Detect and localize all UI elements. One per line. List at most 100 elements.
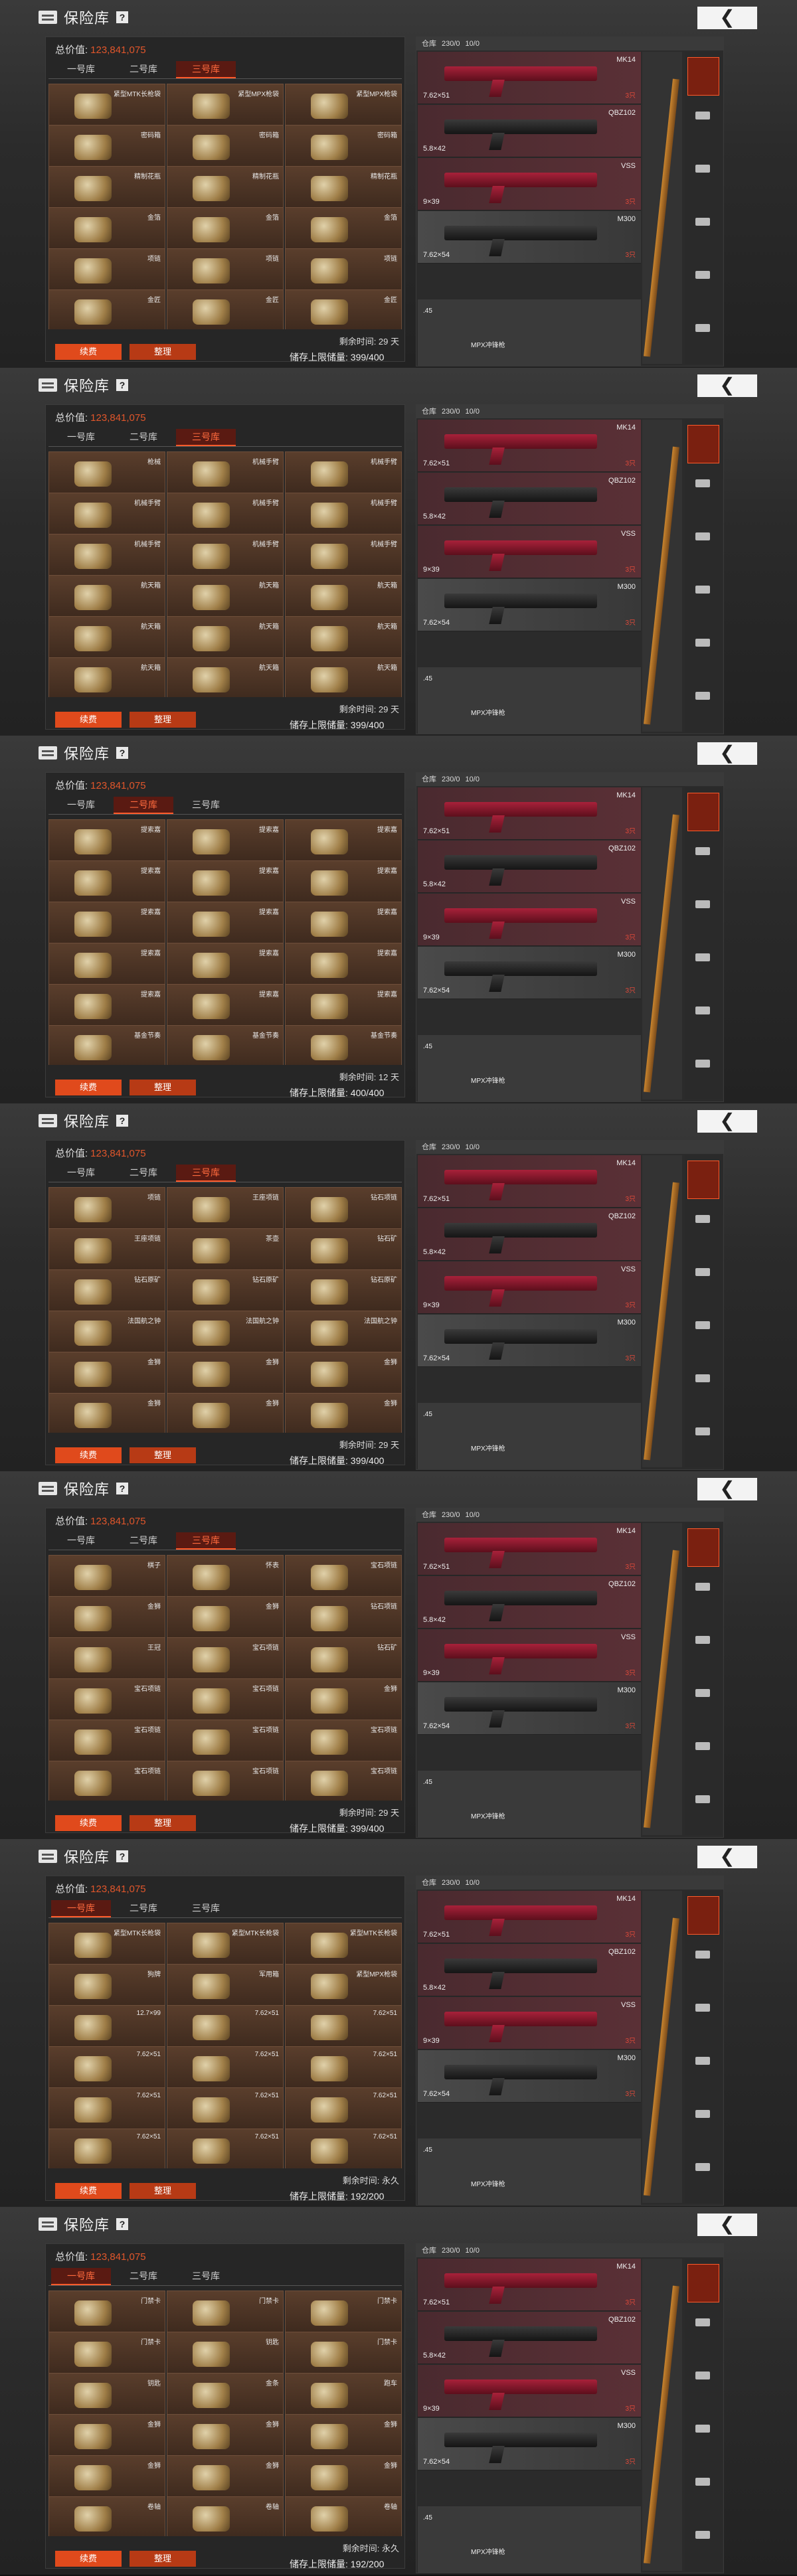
category-selected-icon[interactable]: [687, 2264, 719, 2302]
weapon-slot[interactable]: VSS 9×39 3只: [418, 158, 641, 210]
item-cell[interactable]: 金狮: [48, 1352, 165, 1394]
category-icon[interactable]: [695, 2004, 710, 2012]
tab-vault-3[interactable]: 三号库: [176, 1532, 236, 1550]
back-button[interactable]: ❮: [697, 1110, 757, 1133]
item-cell[interactable]: 7.62×51: [167, 2046, 284, 2089]
weapon-slot[interactable]: VSS 9×39 3只: [418, 526, 641, 578]
item-cell[interactable]: 提索嘉: [167, 902, 284, 944]
item-cell[interactable]: 提索嘉: [285, 943, 402, 985]
category-icon[interactable]: [695, 324, 710, 332]
category-selected-icon[interactable]: [687, 1161, 719, 1199]
item-cell[interactable]: 门禁卡: [285, 2291, 402, 2333]
tab-vault-3[interactable]: 三号库: [176, 2268, 236, 2284]
item-cell[interactable]: 金匠: [167, 289, 284, 329]
item-cell[interactable]: 宝石项链: [285, 1720, 402, 1762]
category-icon[interactable]: [695, 639, 710, 647]
category-icon[interactable]: [695, 1006, 710, 1014]
renew-button[interactable]: 续费: [55, 712, 122, 728]
weapon-slot[interactable]: MK14 7.62×51 3只: [418, 787, 641, 840]
item-cell[interactable]: 项链: [167, 248, 284, 291]
item-cell[interactable]: 机械手臂: [285, 451, 402, 494]
category-icon[interactable]: [695, 2057, 710, 2065]
weapon-slot[interactable]: VSS 9×39 3只: [418, 1261, 641, 1314]
item-cell[interactable]: 门禁卡: [48, 2291, 165, 2333]
item-cell[interactable]: 宝石项链: [285, 1761, 402, 1801]
item-cell[interactable]: 提索嘉: [167, 819, 284, 862]
item-cell[interactable]: 紧型MTK长枪袋: [48, 1923, 165, 1965]
category-icon[interactable]: [695, 2531, 710, 2539]
item-cell[interactable]: 金狮: [167, 2455, 284, 2498]
item-cell[interactable]: 提索嘉: [48, 860, 165, 903]
tab-vault-1[interactable]: 一号库: [51, 1165, 111, 1180]
item-cell[interactable]: 精制花瓶: [48, 166, 165, 208]
weapon-slot[interactable]: MK14 7.62×51 3只: [418, 1155, 641, 1208]
item-cell[interactable]: 金条: [167, 2373, 284, 2415]
item-cell[interactable]: 金狮: [48, 1596, 165, 1639]
item-cell[interactable]: 航天箱: [167, 657, 284, 697]
item-cell[interactable]: 金箔: [285, 207, 402, 250]
help-icon[interactable]: ?: [116, 1115, 129, 1127]
weapon-slot[interactable]: MK14 7.62×51 3只: [418, 2259, 641, 2311]
weapon-slot[interactable]: .45 MPX冲锋枪: [418, 1403, 641, 1469]
weapon-slot[interactable]: .45 MPX冲锋枪: [418, 1035, 641, 1101]
item-cell[interactable]: 钻石原矿: [285, 1269, 402, 1312]
category-icon[interactable]: [695, 1636, 710, 1644]
category-icon[interactable]: [695, 1427, 710, 1435]
weapon-slot[interactable]: MK14 7.62×51 3只: [418, 1523, 641, 1575]
weapon-slot[interactable]: QBZ102 5.8×42: [418, 473, 641, 525]
back-button[interactable]: ❮: [697, 1846, 757, 1868]
weapon-slot[interactable]: MK14 7.62×51 3只: [418, 420, 641, 472]
item-cell[interactable]: 7.62×51: [167, 2087, 284, 2130]
item-cell[interactable]: 门禁卡: [167, 2291, 284, 2333]
item-cell[interactable]: 紧型MPX枪袋: [167, 84, 284, 126]
item-cell[interactable]: 金狮: [285, 1352, 402, 1394]
category-icon[interactable]: [695, 532, 710, 540]
tab-vault-1[interactable]: 一号库: [51, 797, 111, 813]
item-cell[interactable]: 金匠: [285, 289, 402, 329]
category-icon[interactable]: [695, 218, 710, 226]
category-icon[interactable]: [695, 2425, 710, 2433]
item-cell[interactable]: 钻石矿: [285, 1637, 402, 1680]
item-cell[interactable]: 王座项链: [167, 1187, 284, 1230]
item-cell[interactable]: 卷轴: [48, 2496, 165, 2536]
tidy-button[interactable]: 整理: [130, 2183, 196, 2199]
item-cell[interactable]: 密码箱: [167, 125, 284, 167]
category-icon[interactable]: [695, 1742, 710, 1750]
tab-vault-2[interactable]: 二号库: [114, 429, 173, 445]
item-cell[interactable]: 项链: [48, 1187, 165, 1230]
item-cell[interactable]: 提索嘉: [48, 984, 165, 1026]
category-icon[interactable]: [695, 1689, 710, 1697]
category-icon[interactable]: [695, 1215, 710, 1223]
weapon-slot[interactable]: M300 7.62×54 3只: [418, 1682, 641, 1735]
item-cell[interactable]: 航天箱: [167, 616, 284, 659]
tidy-button[interactable]: 整理: [130, 1447, 196, 1463]
category-icon[interactable]: [695, 2110, 710, 2118]
item-cell[interactable]: 法国航之钟: [48, 1311, 165, 1353]
renew-button[interactable]: 续费: [55, 2551, 122, 2567]
tidy-button[interactable]: 整理: [130, 712, 196, 728]
item-cell[interactable]: 金匠: [48, 289, 165, 329]
category-icon[interactable]: [695, 2372, 710, 2379]
item-cell[interactable]: 金狮: [48, 1393, 165, 1433]
category-icon[interactable]: [695, 1583, 710, 1591]
renew-button[interactable]: 续费: [55, 1080, 122, 1095]
item-cell[interactable]: 基金节奏: [167, 1025, 284, 1065]
tab-vault-1[interactable]: 一号库: [51, 2268, 111, 2285]
item-cell[interactable]: 宝石项链: [167, 1637, 284, 1680]
item-cell[interactable]: 枪械: [48, 451, 165, 494]
item-cell[interactable]: 12.7×99: [48, 2005, 165, 2048]
item-cell[interactable]: 门禁卡: [285, 2332, 402, 2374]
tab-vault-1[interactable]: 一号库: [51, 1900, 111, 1917]
item-cell[interactable]: 金狮: [48, 2414, 165, 2456]
item-cell[interactable]: 提索嘉: [285, 984, 402, 1026]
item-cell[interactable]: 宝石项链: [285, 1555, 402, 1597]
tab-vault-1[interactable]: 一号库: [51, 61, 111, 77]
item-cell[interactable]: 钻石项链: [285, 1596, 402, 1639]
item-cell[interactable]: 金箔: [167, 207, 284, 250]
back-button[interactable]: ❮: [697, 742, 757, 765]
renew-button[interactable]: 续费: [55, 1815, 122, 1831]
tab-vault-2[interactable]: 二号库: [114, 1900, 173, 1916]
item-cell[interactable]: 棋子: [48, 1555, 165, 1597]
weapon-slot[interactable]: VSS 9×39 3只: [418, 2365, 641, 2417]
category-icon[interactable]: [695, 112, 710, 120]
